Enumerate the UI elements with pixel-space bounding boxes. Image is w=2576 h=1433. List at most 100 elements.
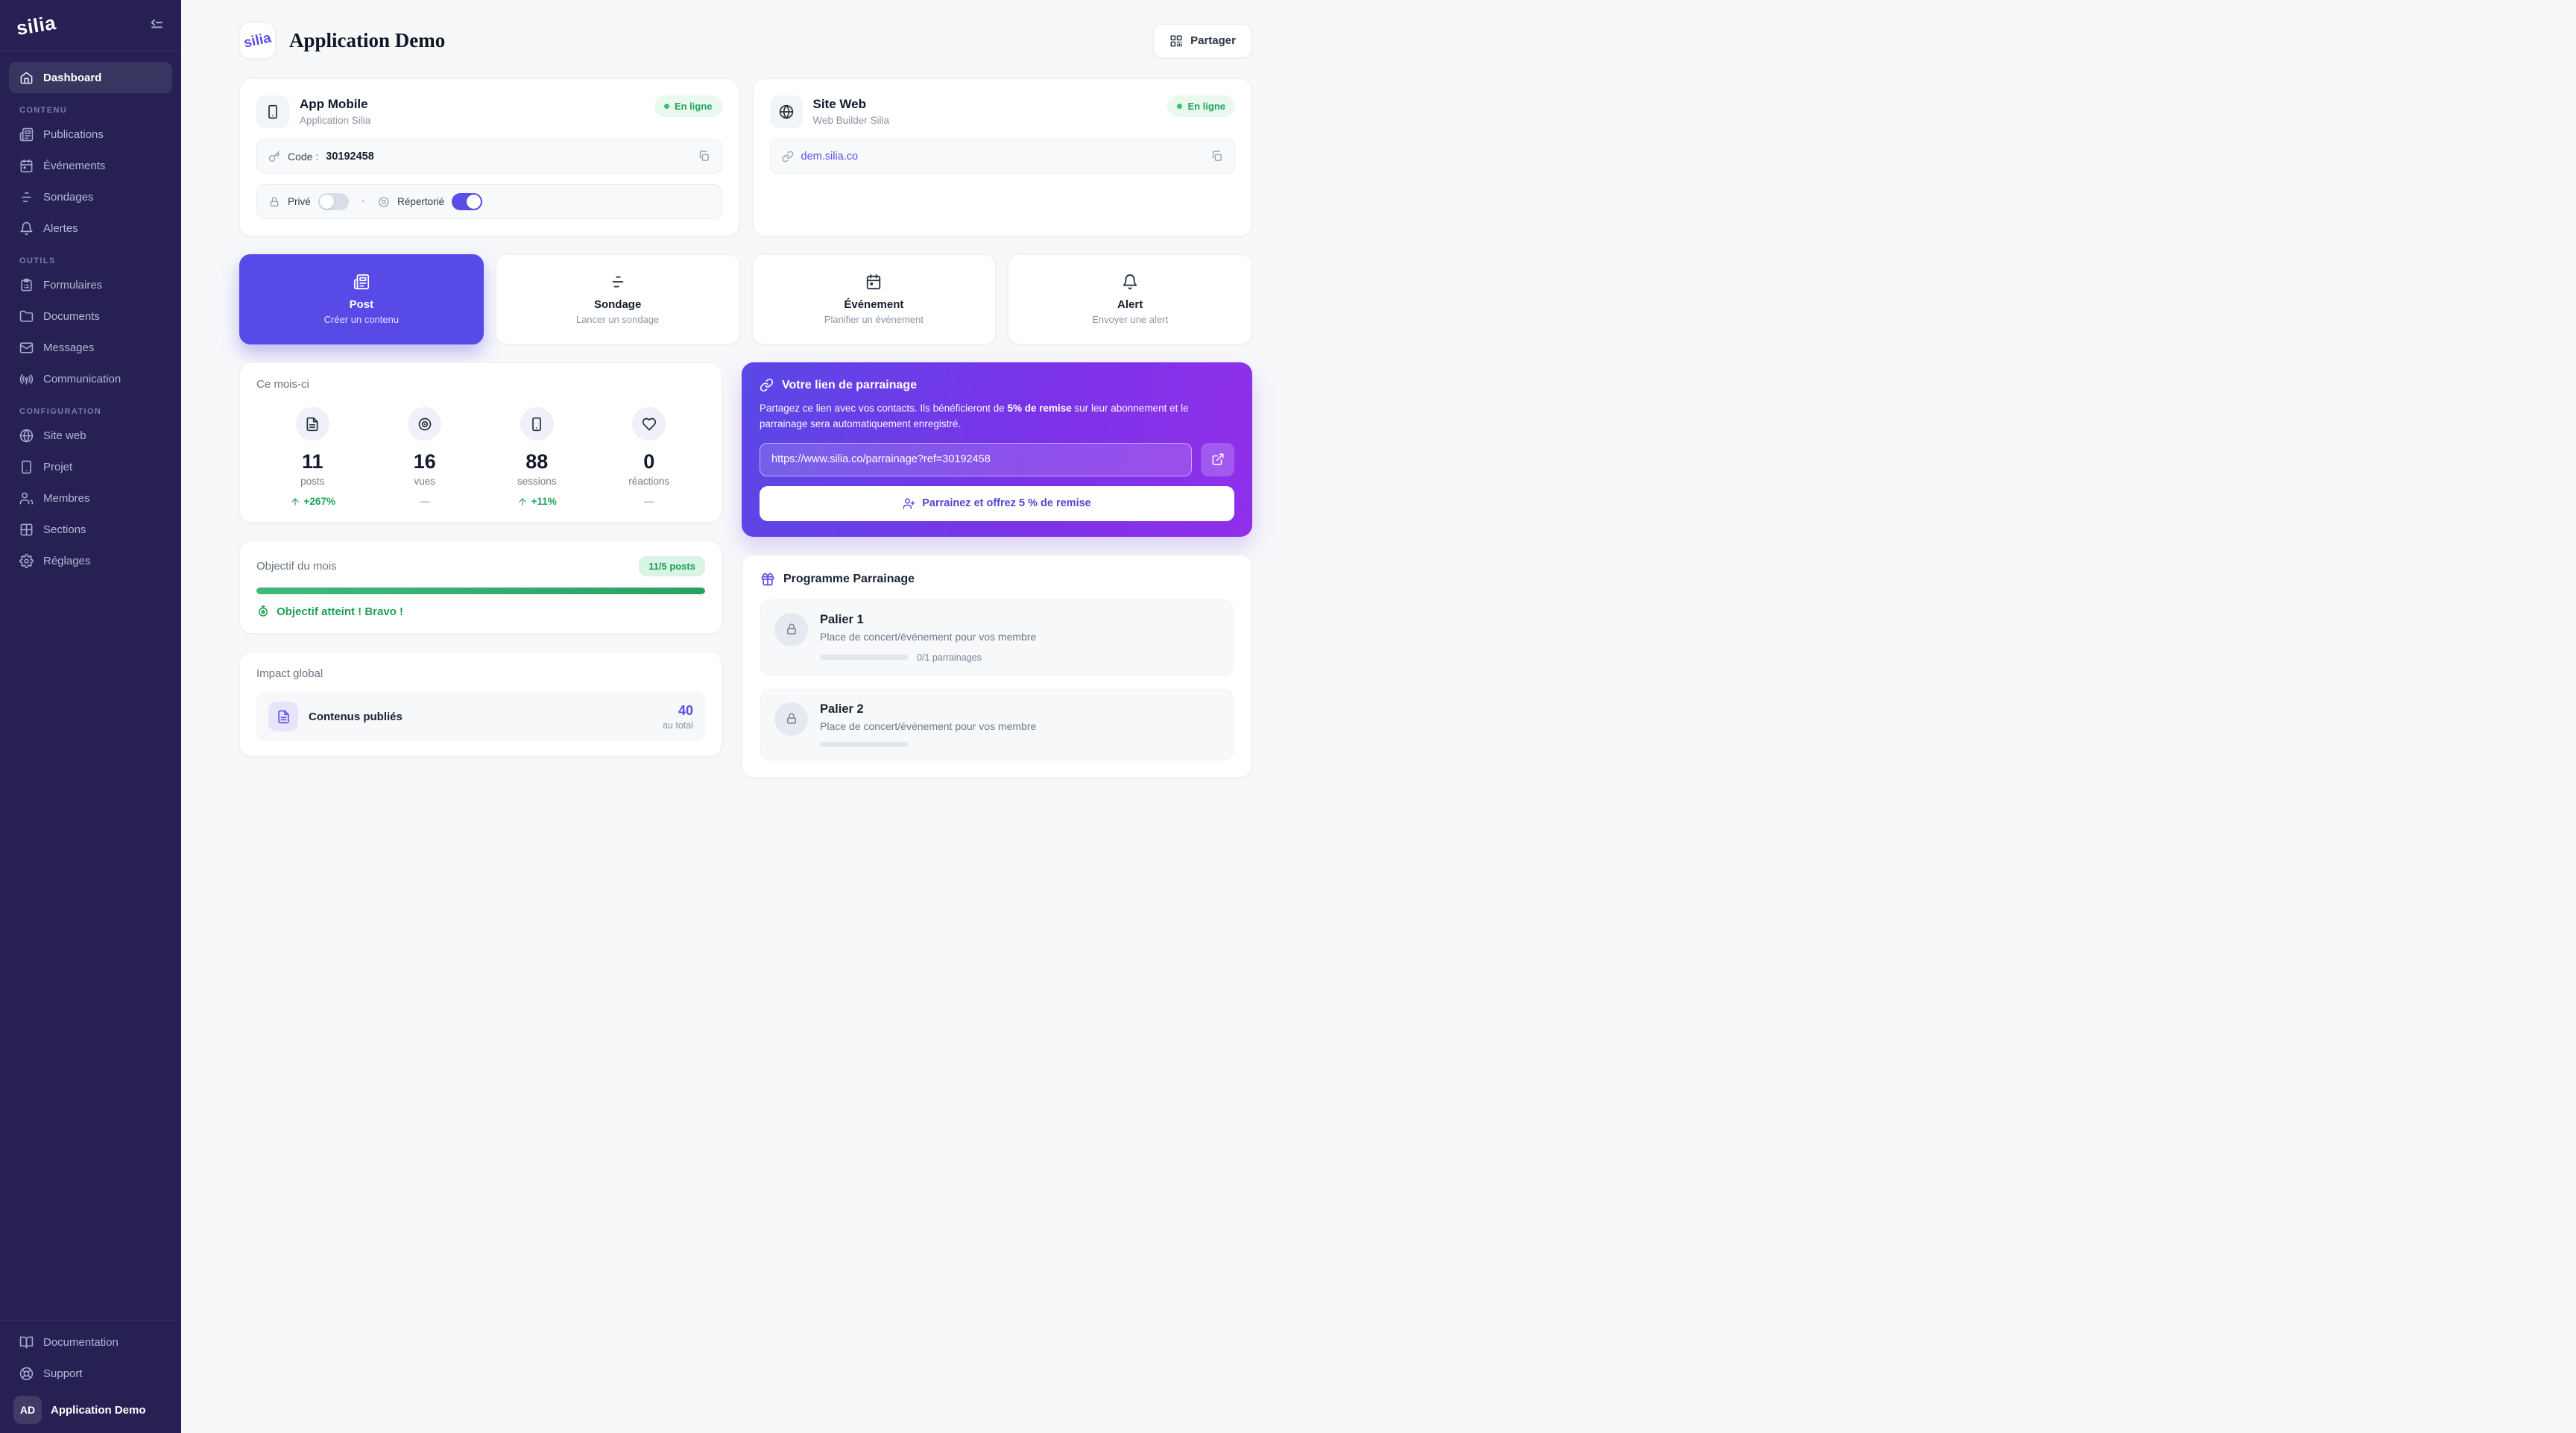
action-post-button[interactable]: Post Créer un contenu (239, 254, 484, 344)
site-url-link[interactable]: dem.silia.co (801, 151, 859, 163)
link-icon (760, 378, 774, 392)
share-button-label: Partager (1190, 34, 1236, 47)
sidebar-item-site-web[interactable]: Site web (9, 420, 172, 451)
online-dot (1177, 104, 1182, 109)
sidebar-item-formulaires[interactable]: Formulaires (9, 269, 172, 300)
app-code-field: Code : 30192458 (256, 139, 722, 174)
sidebar-item-projet[interactable]: Projet (9, 451, 172, 482)
key-icon (268, 151, 280, 163)
tier-progress-bar (820, 742, 908, 747)
status-label: En ligne (1187, 101, 1225, 112)
month-stats-card: Ce mois-ci 11 posts +267% (239, 362, 722, 523)
action-title: Alert (1117, 298, 1143, 311)
grid-icon (19, 523, 34, 537)
stat-value: 88 (525, 450, 548, 473)
account-switcher[interactable]: AD Application Demo (9, 1389, 172, 1426)
listed-toggle[interactable] (452, 193, 482, 210)
stat-label: posts (300, 476, 324, 487)
poll-icon (610, 274, 626, 290)
sidebar-item-label: Support (43, 1367, 83, 1380)
disc-icon (378, 196, 390, 208)
tier-progress-label: 0/1 parrainages (917, 652, 982, 663)
impact-row-contenus: Contenus publiés 40 au total (256, 692, 705, 741)
sidebar-header: silia (0, 0, 181, 51)
online-dot (664, 104, 669, 109)
sidebar-item-support[interactable]: Support (9, 1358, 172, 1389)
broadcast-icon (19, 372, 34, 386)
sidebar-item-membres[interactable]: Membres (9, 482, 172, 514)
newspaper-icon (353, 274, 370, 290)
copy-code-icon[interactable] (698, 150, 710, 163)
listed-label: Répertorié (397, 196, 444, 207)
app-logo-wordmark: silia (242, 30, 273, 51)
action-title: Sondage (594, 298, 641, 311)
sidebar-item-publications[interactable]: Publications (9, 119, 172, 150)
identity-cards-row: App Mobile Application Silia En ligne Co… (239, 78, 1252, 236)
stat-label: sessions (517, 476, 557, 487)
app-card-title: App Mobile (300, 97, 370, 112)
action-evenement-button[interactable]: Événement Planifier un événement (752, 254, 997, 344)
sidebar-section-configuration: CONFIGURATION (19, 407, 162, 416)
smartphone-icon (520, 407, 554, 441)
status-badge: En ligne (1167, 95, 1235, 117)
tier-1: Palier 1 Place de concert/événement pour… (760, 599, 1234, 676)
stat-delta: — (420, 496, 430, 507)
sidebar-item-label: Site web (43, 429, 86, 442)
arrow-up-icon (517, 497, 528, 507)
copy-url-icon[interactable] (1210, 150, 1223, 163)
stat-posts: 11 posts +267% (256, 407, 369, 507)
sidebar-item-messages[interactable]: Messages (9, 332, 172, 363)
home-icon (19, 71, 34, 85)
sidebar-item-label: Sondages (43, 191, 94, 204)
globe-icon (19, 429, 34, 443)
impact-row-value: 40 (663, 703, 693, 719)
tier-progress-bar (820, 655, 908, 660)
app-mobile-card: App Mobile Application Silia En ligne Co… (239, 78, 739, 236)
lock-icon (268, 196, 280, 208)
disc-icon (408, 407, 441, 441)
sidebar-item-label: Membres (43, 492, 90, 505)
action-alert-button[interactable]: Alert Envoyer une alert (1008, 254, 1252, 344)
stat-sessions: 88 sessions +11% (481, 407, 593, 507)
sidebar-item-sections[interactable]: Sections (9, 514, 172, 545)
file-text-icon (296, 407, 329, 441)
share-button[interactable]: Partager (1153, 24, 1252, 58)
goal-progress-bar (256, 588, 705, 594)
page-title: Application Demo (289, 29, 445, 52)
sidebar-item-documentation[interactable]: Documentation (9, 1326, 172, 1358)
status-label: En ligne (675, 101, 713, 112)
sidebar-item-label: Publications (43, 128, 104, 141)
sidebar-section-outils: OUTILS (19, 256, 162, 265)
sidebar-item-label: Alertes (43, 222, 78, 235)
sidebar-item-label: Sections (43, 523, 86, 536)
sidebar-item-communication[interactable]: Communication (9, 363, 172, 394)
referral-cta-button[interactable]: Parrainez et offrez 5 % de remise (760, 486, 1234, 521)
app-card-subtitle: Application Silia (300, 115, 370, 126)
open-link-button[interactable] (1201, 443, 1234, 476)
sidebar-item-alertes[interactable]: Alertes (9, 212, 172, 244)
sidebar-item-reglages[interactable]: Réglages (9, 545, 172, 576)
link-icon (782, 151, 794, 163)
smartphone-icon (256, 95, 289, 128)
goal-card: Objectif du mois 11/5 posts Objectif att… (239, 541, 722, 634)
clipboard-icon (19, 278, 34, 292)
sidebar-item-label: Projet (43, 461, 72, 473)
sidebar-item-label: Documents (43, 310, 100, 323)
private-toggle[interactable] (318, 193, 349, 210)
sidebar: silia Dashboard CONTENU Publications Évé… (0, 0, 181, 1433)
goal-badge: 11/5 posts (639, 556, 705, 576)
quick-actions-row: Post Créer un contenu Sondage Lancer un … (239, 254, 1252, 344)
lock-icon (774, 613, 808, 646)
content-columns: Ce mois-ci 11 posts +267% (239, 362, 1252, 778)
sidebar-item-evenements[interactable]: Événements (9, 150, 172, 181)
referral-link-input[interactable]: https://www.silia.co/parrainage?ref=3019… (760, 443, 1192, 476)
sidebar-item-documents[interactable]: Documents (9, 300, 172, 332)
sidebar-item-sondages[interactable]: Sondages (9, 181, 172, 212)
action-sondage-button[interactable]: Sondage Lancer un sondage (496, 254, 740, 344)
heart-icon (632, 407, 666, 441)
sidebar-item-dashboard[interactable]: Dashboard (9, 62, 172, 93)
stat-label: réactions (628, 476, 669, 487)
sidebar-collapse-icon[interactable] (148, 16, 166, 34)
calendar-icon (865, 274, 882, 290)
sidebar-item-label: Dashboard (43, 72, 101, 84)
